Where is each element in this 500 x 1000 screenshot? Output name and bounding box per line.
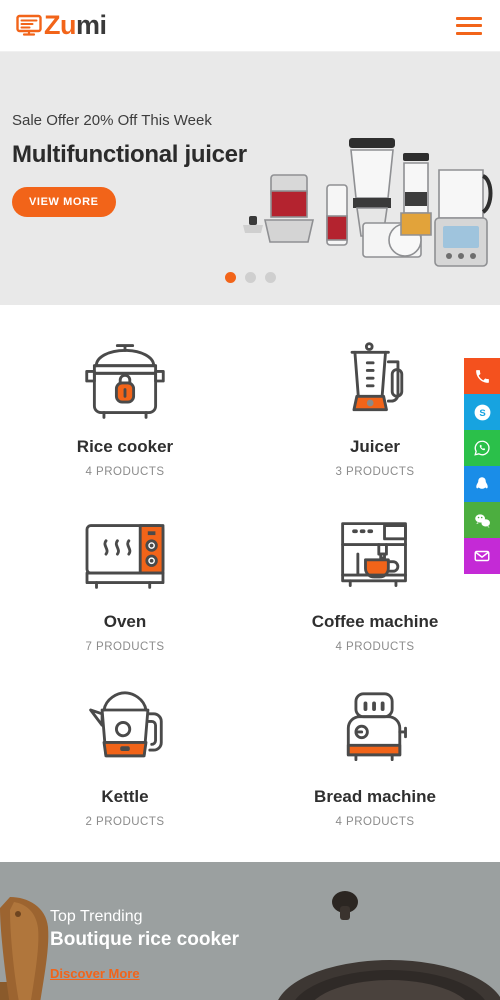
mobile-storefront-page: Zumi Sale Offer 20% Off This Week Multif… [0,0,500,1000]
monitor-cart-icon [16,14,42,38]
phone-icon [474,368,491,385]
carousel-dot-3[interactable] [264,272,276,283]
email-icon [473,547,491,565]
category-name: Oven [103,612,147,631]
contact-email-button[interactable] [464,538,500,574]
hero-text-block: Sale Offer 20% Off This Week Multifuncti… [12,112,247,217]
category-name: Kettle [101,787,149,806]
carousel-dot-1[interactable] [224,272,236,283]
category-count: 4 PRODUCTS [335,641,415,653]
site-header: Zumi [0,0,500,52]
contact-phone-button[interactable] [464,358,500,394]
skype-icon: S [473,403,492,422]
category-count: 2 PRODUCTS [85,816,165,828]
discover-more-link[interactable]: Discover More [50,966,140,981]
category-card-kettle[interactable]: Kettle 2 PRODUCTS [0,673,250,840]
whatsapp-icon [473,439,491,457]
wechat-icon [473,511,492,530]
coffee-machine-icon [254,508,496,604]
promo-subtitle: Top Trending [50,908,143,925]
carousel-dots [0,272,500,283]
svg-text:S: S [479,408,485,419]
qq-icon [473,475,491,493]
category-count: 4 PRODUCTS [85,466,165,478]
brand-text-prefix: Zu [44,10,77,40]
category-count: 4 PRODUCTS [335,816,415,828]
hamburger-menu-icon[interactable] [456,16,482,35]
floating-contact-rail: S [464,358,500,574]
contact-wechat-button[interactable] [464,502,500,538]
promo-banner[interactable]: Top Trending Boutique rice cooker Discov… [0,862,500,1000]
category-card-bread-machine[interactable]: Bread machine 4 PRODUCTS [250,673,500,840]
category-name: Bread machine [314,787,436,806]
contact-qq-button[interactable] [464,466,500,502]
category-count: 3 PRODUCTS [335,466,415,478]
carousel-dot-2[interactable] [244,272,256,283]
promo-text-block: Top Trending Boutique rice cooker Discov… [50,908,239,983]
view-more-button[interactable]: VIEW MORE [12,187,116,217]
category-name: Rice cooker [76,437,174,456]
bread-machine-icon [254,683,496,779]
category-card-rice-cooker[interactable]: Rice cooker 4 PRODUCTS [0,323,250,490]
contact-skype-button[interactable]: S [464,394,500,430]
brand-wordmark: Zumi [44,12,107,39]
hero-title: Multifunctional juicer [12,141,247,168]
category-card-coffee-machine[interactable]: Coffee machine 4 PRODUCTS [250,498,500,665]
kettle-icon [4,683,246,779]
category-count: 7 PRODUCTS [85,641,165,653]
category-name: Coffee machine [311,612,439,631]
promo-title: Boutique rice cooker [50,929,239,950]
hamburger-line [456,31,482,35]
category-grid: Rice cooker 4 PRODUCTS Juicer 3 PRODUCTS… [0,305,500,862]
rice-cooker-icon [4,333,246,429]
hero-carousel: Sale Offer 20% Off This Week Multifuncti… [0,52,500,305]
contact-whatsapp-button[interactable] [464,430,500,466]
oven-icon [4,508,246,604]
brand-text-suffix: mi [76,10,107,40]
category-card-juicer[interactable]: Juicer 3 PRODUCTS [250,323,500,490]
hamburger-line [456,24,482,27]
category-card-oven[interactable]: Oven 7 PRODUCTS [0,498,250,665]
category-name: Juicer [349,437,401,456]
brand-logo[interactable]: Zumi [16,12,107,39]
hero-product-image [235,130,500,295]
juicer-icon [254,333,496,429]
hero-subtitle: Sale Offer 20% Off This Week [12,112,212,129]
hamburger-line [456,16,482,20]
